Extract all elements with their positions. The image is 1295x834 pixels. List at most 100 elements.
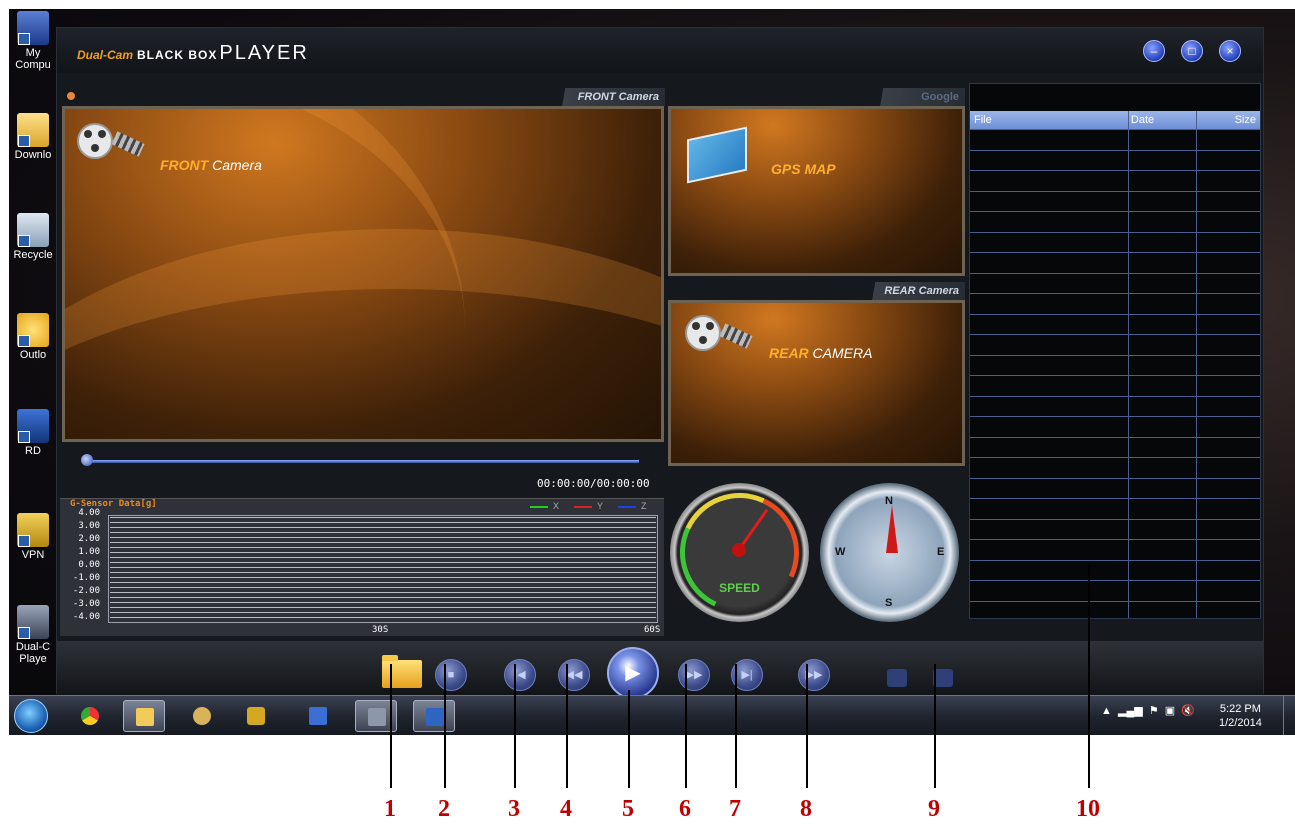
vpn-lock-icon (17, 513, 49, 547)
file-list-header: File Date Size (970, 111, 1260, 129)
skip-back-icon[interactable]: |◀ (504, 659, 536, 691)
record-icon[interactable] (933, 669, 953, 687)
table-row[interactable] (970, 129, 1260, 130)
desktop-icon-vpn[interactable]: VPN (9, 513, 57, 561)
seek-handle[interactable] (81, 454, 93, 466)
show-desktop-button[interactable] (1283, 696, 1295, 735)
y-tick: 1.00 (78, 547, 100, 557)
time-display: 00:00:00/00:00:00 (537, 477, 650, 490)
y-tick: 3.00 (78, 521, 100, 531)
table-row[interactable] (970, 518, 1260, 520)
desktop-icon-label: My Compu (15, 47, 51, 71)
compass-e: E (937, 546, 945, 558)
table-row[interactable] (970, 580, 1260, 581)
folder-icon[interactable] (382, 655, 422, 688)
table-row[interactable] (970, 190, 1260, 192)
table-row[interactable] (970, 272, 1260, 274)
desktop-icon-computer[interactable]: My Compu (9, 11, 57, 71)
system-tray[interactable]: ▲ ▂▄▆ ⚑ ▣ 🔇 (1101, 704, 1195, 717)
callout-number: 8 (800, 796, 812, 822)
table-row[interactable] (970, 211, 1260, 212)
y-tick: 2.00 (78, 534, 100, 544)
desktop-icon-recycle[interactable]: Recycle (9, 213, 57, 261)
table-row[interactable] (970, 313, 1260, 315)
minimize-icon[interactable]: – (1143, 40, 1165, 62)
brand-blackbox: BLACK BOX (137, 48, 218, 62)
player-window: Dual-Cam BLACK BOX PLAYER – □ × FRONT Came… (56, 27, 1264, 699)
seek-bar[interactable] (83, 460, 639, 463)
table-row[interactable] (970, 600, 1260, 602)
x-tick: 30S (372, 625, 389, 635)
rewind-icon[interactable]: ◀◀ (558, 659, 590, 691)
callout-line (390, 664, 392, 788)
callout-number: 6 (679, 796, 691, 822)
file-list[interactable]: File Date Size (969, 83, 1261, 619)
film-reel-icon (77, 123, 113, 159)
table-row[interactable] (970, 477, 1260, 479)
play-icon[interactable]: ▶ (607, 647, 659, 699)
sync-icon[interactable] (181, 700, 223, 732)
playback-controls: ■ |◀ ◀◀ ▶ ▶▶ ▶| ▶▶ (57, 641, 1263, 699)
table-row[interactable] (970, 457, 1260, 458)
collapse-dot-icon[interactable] (67, 92, 75, 100)
table-row[interactable] (970, 231, 1260, 233)
table-row[interactable] (970, 334, 1260, 335)
lock-icon[interactable] (235, 700, 277, 732)
callout-line (685, 664, 687, 788)
callout-line (806, 664, 808, 788)
taskbar: ▲ ▂▄▆ ⚑ ▣ 🔇 5:22 PM 1/2/2014 (9, 695, 1295, 735)
y-tick: -1.00 (72, 573, 100, 583)
y-tick: -4.00 (72, 612, 100, 622)
clock[interactable]: 5:22 PM 1/2/2014 (1219, 702, 1262, 730)
desktop-icon-downloads[interactable]: Downlo (9, 113, 57, 161)
stop-icon[interactable]: ■ (435, 659, 467, 691)
gps-map-label: GPS MAP (771, 161, 836, 177)
compass-needle (886, 505, 898, 553)
table-row[interactable] (970, 395, 1260, 397)
table-row[interactable] (970, 375, 1260, 376)
rear-camera-screen: REAR CAMERA (668, 300, 965, 466)
table-row[interactable] (970, 170, 1260, 171)
table-row[interactable] (970, 559, 1260, 561)
y-tick: 4.00 (78, 508, 100, 518)
callout-line (566, 664, 568, 788)
explorer-icon[interactable] (123, 700, 165, 732)
callout-number: 5 (622, 796, 634, 822)
step-forward-icon[interactable]: ▶▶ (798, 659, 830, 691)
column-size[interactable]: Size (1194, 111, 1260, 129)
table-row[interactable] (970, 149, 1260, 151)
table-row[interactable] (970, 416, 1260, 417)
outlook-icon (17, 313, 49, 347)
table-row[interactable] (970, 293, 1260, 294)
close-icon[interactable]: × (1219, 40, 1241, 62)
table-row[interactable] (970, 498, 1260, 499)
desktop-icon-rd[interactable]: RD (9, 409, 57, 457)
callout-line (735, 664, 737, 788)
chrome-icon[interactable] (69, 700, 111, 732)
callout-number: 7 (729, 796, 741, 822)
recycle-bin-icon (17, 213, 49, 247)
desktop-icon-player[interactable]: Dual-C Playe (9, 605, 57, 665)
brand-dualcam: Dual-Cam (77, 48, 134, 62)
x-tick: 60S (644, 625, 661, 635)
clock-time: 5:22 PM (1219, 703, 1261, 715)
column-date[interactable]: Date (1127, 111, 1195, 129)
maximize-icon[interactable]: □ (1181, 40, 1203, 62)
map-icon (687, 126, 747, 184)
player-shortcut-icon (17, 605, 49, 639)
table-row[interactable] (970, 539, 1260, 540)
fast-forward-icon[interactable]: ▶▶ (678, 659, 710, 691)
legend-z: Z (618, 501, 647, 511)
camera-icon[interactable] (887, 669, 907, 687)
table-row[interactable] (970, 354, 1260, 356)
table-row[interactable] (970, 252, 1260, 253)
callout-line (1088, 564, 1090, 788)
desktop-icon-outlook[interactable]: Outlo (9, 313, 57, 361)
callout-line (934, 664, 936, 788)
word-icon[interactable] (413, 700, 455, 732)
table-row[interactable] (970, 436, 1260, 438)
column-file[interactable]: File (970, 111, 1127, 129)
start-button[interactable] (14, 699, 48, 733)
network-icon[interactable] (297, 700, 339, 732)
gsensor-panel: G-Sensor Data[g] X Y Z 4.00 3.00 2.00 1.… (60, 498, 664, 636)
